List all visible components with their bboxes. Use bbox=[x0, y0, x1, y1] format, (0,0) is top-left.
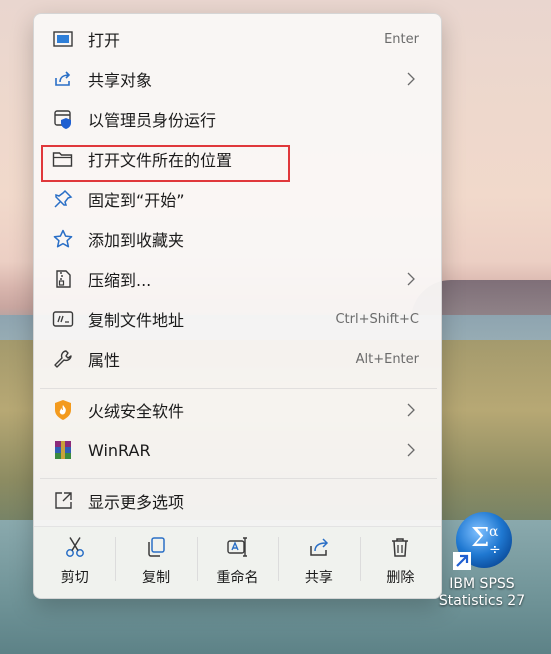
menu-item-label: 共享对象 bbox=[88, 71, 153, 90]
rename-icon bbox=[226, 535, 250, 559]
rename-button[interactable]: 重命名 bbox=[196, 527, 278, 598]
menu-item-winrar[interactable]: WinRAR bbox=[40, 430, 437, 470]
menu-item-shortcut: Alt+Enter bbox=[355, 351, 419, 367]
menu-item-shortcut: Enter bbox=[384, 31, 419, 47]
highlight-box bbox=[41, 145, 290, 182]
share-button[interactable]: 共享 bbox=[278, 527, 359, 598]
share-label: 共享 bbox=[304, 570, 333, 586]
copy-icon bbox=[144, 535, 168, 559]
menu-item-label: 打开 bbox=[88, 31, 121, 50]
more-options-icon bbox=[52, 490, 74, 512]
scissors-icon bbox=[63, 535, 87, 559]
huorong-icon bbox=[52, 399, 74, 421]
menu-item-label: 显示更多选项 bbox=[88, 493, 185, 512]
quick-action-bar: 剪切 复制 重命名 共享 删除 bbox=[34, 526, 441, 598]
menu-item-share-with[interactable]: 共享对象 bbox=[40, 59, 437, 99]
menu-item-pin-to-start[interactable]: 固定到“开始” bbox=[40, 179, 437, 219]
copy-path-icon bbox=[52, 308, 74, 330]
desktop-icon-spss[interactable]: Σ α ÷ IBM SPSS Statistics 27 bbox=[436, 510, 528, 618]
share-icon bbox=[52, 68, 74, 90]
menu-item-label: 添加到收藏夹 bbox=[88, 231, 185, 250]
svg-text:Σ: Σ bbox=[471, 523, 489, 553]
menu-item-shortcut: Ctrl+Shift+C bbox=[335, 311, 419, 327]
chevron-right-icon bbox=[407, 442, 415, 461]
menu-item-copy-file-path[interactable]: 复制文件地址 Ctrl+Shift+C bbox=[40, 299, 437, 339]
menu-separator bbox=[40, 478, 437, 479]
menu-item-open[interactable]: 打开 Enter bbox=[40, 19, 437, 59]
wrench-icon bbox=[52, 348, 74, 370]
menu-item-label: 固定到“开始” bbox=[88, 191, 185, 210]
trash-icon bbox=[388, 535, 412, 559]
star-icon bbox=[52, 228, 74, 250]
cut-label: 剪切 bbox=[60, 570, 89, 586]
menu-item-run-as-admin[interactable]: 以管理员身份运行 bbox=[40, 99, 437, 139]
menu-item-huorong[interactable]: 火绒安全软件 bbox=[40, 390, 437, 430]
menu-item-compress-to[interactable]: 压缩到... bbox=[40, 259, 437, 299]
admin-shield-icon bbox=[52, 108, 74, 130]
menu-item-show-more-options[interactable]: 显示更多选项 bbox=[40, 481, 437, 521]
menu-item-label: 火绒安全软件 bbox=[88, 402, 185, 421]
chevron-right-icon bbox=[407, 402, 415, 421]
menu-item-label: 属性 bbox=[88, 351, 121, 370]
winrar-icon bbox=[52, 439, 74, 461]
menu-item-properties[interactable]: 属性 Alt+Enter bbox=[40, 339, 437, 379]
cut-button[interactable]: 剪切 bbox=[34, 527, 115, 598]
copy-label: 复制 bbox=[142, 570, 171, 586]
svg-text:α: α bbox=[489, 524, 499, 540]
menu-item-add-to-favorites[interactable]: 添加到收藏夹 bbox=[40, 219, 437, 259]
spss-app-icon: Σ α ÷ bbox=[451, 510, 513, 572]
menu-item-label: WinRAR bbox=[88, 440, 151, 460]
menu-item-label: 以管理员身份运行 bbox=[88, 111, 217, 130]
desktop-icon-label-line2: Statistics 27 bbox=[438, 593, 526, 609]
pin-icon bbox=[52, 188, 74, 210]
share-icon bbox=[307, 535, 331, 559]
context-menu: 打开 Enter 共享对象 以管理员身份运行 打开文件所在的位置 固定到“开始”… bbox=[33, 13, 442, 599]
menu-separator bbox=[40, 388, 437, 389]
zip-icon bbox=[52, 268, 74, 290]
svg-text:÷: ÷ bbox=[489, 542, 501, 558]
menu-item-label: 复制文件地址 bbox=[88, 311, 185, 330]
delete-button[interactable]: 删除 bbox=[359, 527, 441, 598]
rename-label: 重命名 bbox=[216, 570, 259, 586]
menu-item-label: 压缩到... bbox=[88, 271, 152, 290]
chevron-right-icon bbox=[407, 71, 415, 90]
desktop-icon-label-line1: IBM SPSS bbox=[449, 576, 515, 592]
open-window-icon bbox=[52, 28, 74, 50]
desktop-icon-label: IBM SPSS Statistics 27 bbox=[439, 576, 525, 610]
delete-label: 删除 bbox=[386, 570, 415, 586]
copy-button[interactable]: 复制 bbox=[115, 527, 196, 598]
chevron-right-icon bbox=[407, 271, 415, 290]
